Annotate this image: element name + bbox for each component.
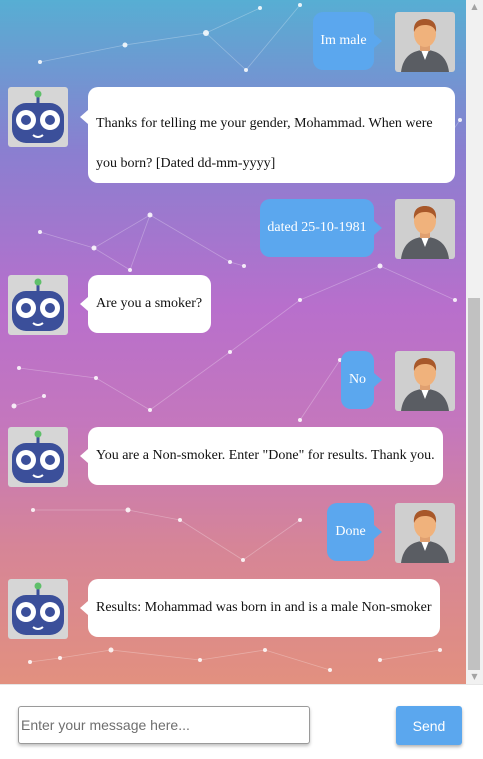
message-composer: Send bbox=[0, 684, 483, 759]
robot-avatar-icon bbox=[8, 579, 68, 639]
bubble-tail bbox=[80, 601, 88, 615]
user-avatar-icon bbox=[395, 12, 455, 72]
send-button[interactable]: Send bbox=[396, 706, 462, 745]
robot-avatar-icon bbox=[8, 275, 68, 335]
bubble-tail bbox=[80, 449, 88, 463]
chat-area[interactable]: Im male Thanks for telling me your gende… bbox=[0, 0, 466, 684]
scroll-down-arrow-icon[interactable]: ▼ bbox=[466, 670, 483, 684]
bubble-tail bbox=[80, 110, 88, 124]
user-bubble: No bbox=[341, 351, 374, 409]
scroll-thumb[interactable] bbox=[468, 298, 480, 670]
user-bubble: dated 25-10-1981 bbox=[260, 199, 374, 257]
user-bubble: Done bbox=[327, 503, 374, 561]
message-input[interactable] bbox=[18, 706, 310, 744]
bot-bubble: Thanks for telling me your gender, Moham… bbox=[88, 87, 455, 183]
bubble-tail bbox=[374, 373, 382, 387]
scroll-up-arrow-icon[interactable]: ▲ bbox=[466, 0, 483, 14]
chat-scrollbar[interactable]: ▲ ▼ bbox=[466, 0, 483, 684]
bubble-tail bbox=[374, 221, 382, 235]
bot-bubble: Are you a smoker? bbox=[88, 275, 211, 333]
bot-bubble: You are a Non-smoker. Enter "Done" for r… bbox=[88, 427, 443, 485]
user-bubble: Im male bbox=[313, 12, 374, 70]
bubble-tail bbox=[374, 525, 382, 539]
robot-avatar-icon bbox=[8, 87, 68, 147]
bubble-tail bbox=[80, 297, 88, 311]
user-avatar-icon bbox=[395, 199, 455, 259]
bubble-tail bbox=[374, 34, 382, 48]
bot-bubble: Results: Mohammad was born in and is a m… bbox=[88, 579, 440, 637]
user-avatar-icon bbox=[395, 503, 455, 563]
user-avatar-icon bbox=[395, 351, 455, 411]
robot-avatar-icon bbox=[8, 427, 68, 487]
